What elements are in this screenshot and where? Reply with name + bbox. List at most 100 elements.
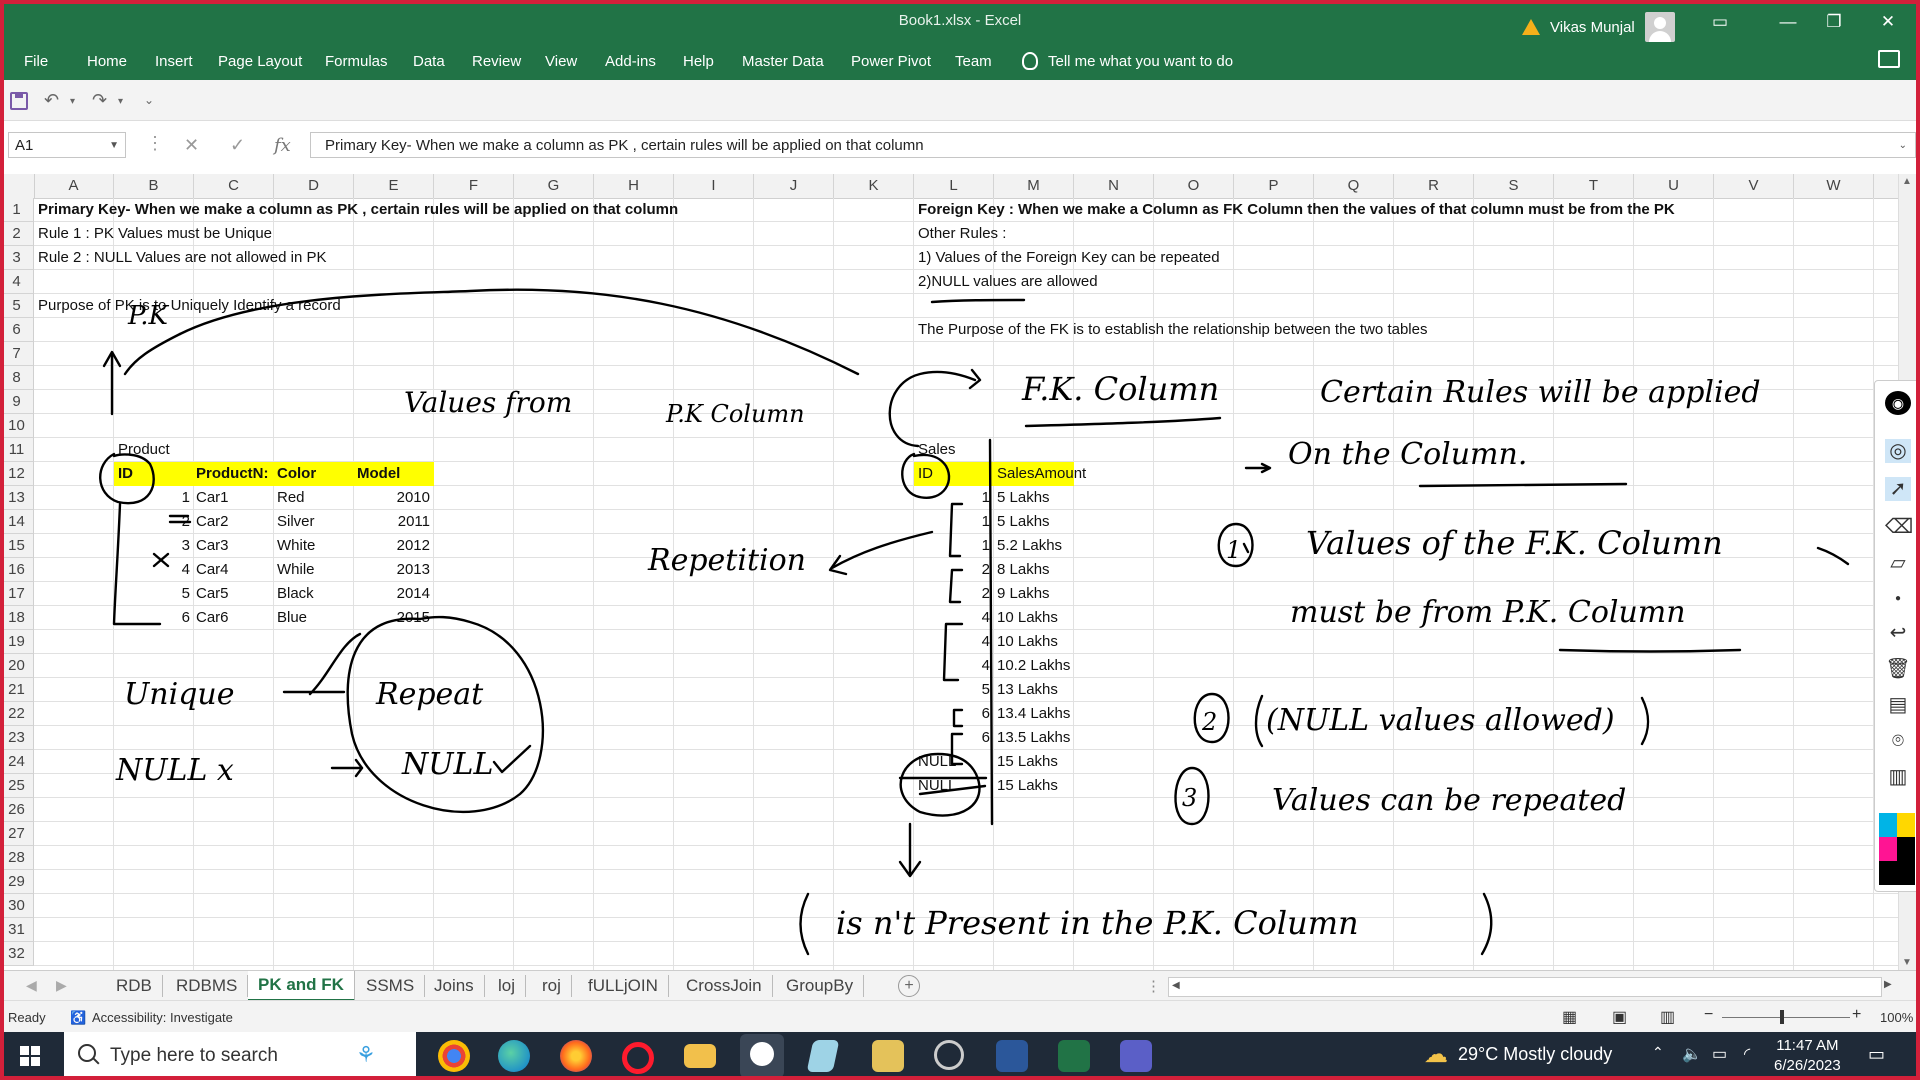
column-header-d[interactable]: D bbox=[274, 174, 354, 198]
weather-text[interactable]: 29°C Mostly cloudy bbox=[1458, 1044, 1612, 1065]
row-header-32[interactable]: 32 bbox=[0, 942, 34, 966]
product-cell[interactable]: Red bbox=[277, 486, 353, 510]
color-palette[interactable] bbox=[1879, 813, 1915, 885]
search-highlight-icon[interactable]: ⚘ bbox=[356, 1042, 376, 1068]
customize-qat-icon[interactable]: ⌄ bbox=[144, 93, 154, 107]
ribbon-display-options-icon[interactable]: ▭ bbox=[1702, 8, 1738, 36]
column-header-h[interactable]: H bbox=[594, 174, 674, 198]
page-break-view-icon[interactable]: ▥ bbox=[1660, 1007, 1675, 1027]
row-header-4[interactable]: 4 bbox=[0, 270, 34, 294]
cell-a5[interactable]: Purpose of PK is to Uniquely Identify a … bbox=[38, 294, 341, 318]
restore-button[interactable]: ❐ bbox=[1816, 8, 1852, 36]
product-cell[interactable]: Car6 bbox=[196, 606, 272, 630]
column-header-s[interactable]: S bbox=[1474, 174, 1554, 198]
sheet-tab-rdbms[interactable]: RDBMS bbox=[166, 975, 249, 997]
undo-dropdown-icon[interactable]: ▾ bbox=[70, 96, 75, 107]
weather-icon[interactable]: ☁ bbox=[1424, 1040, 1448, 1069]
product-cell[interactable]: While bbox=[277, 558, 353, 582]
taskbar-search[interactable]: Type here to search ⚘ bbox=[64, 1032, 416, 1080]
row-header-15[interactable]: 15 bbox=[0, 534, 34, 558]
clipboard-icon[interactable]: ▥ bbox=[1885, 765, 1911, 789]
tab-view[interactable]: View bbox=[545, 53, 577, 70]
sales-cell[interactable]: 5 Lakhs bbox=[997, 486, 1117, 510]
column-header-m[interactable]: M bbox=[994, 174, 1074, 198]
cell-l6[interactable]: The Purpose of the FK is to establish th… bbox=[918, 318, 1427, 342]
row-header-22[interactable]: 22 bbox=[0, 702, 34, 726]
cell-l2[interactable]: Other Rules : bbox=[918, 222, 1006, 246]
row-header-18[interactable]: 18 bbox=[0, 606, 34, 630]
column-header-i[interactable]: I bbox=[674, 174, 754, 198]
sales-cell[interactable]: 4 bbox=[914, 630, 990, 654]
scroll-left-icon[interactable]: ◀ bbox=[1172, 980, 1180, 991]
color-black[interactable] bbox=[1897, 837, 1915, 861]
product-cell[interactable]: 2 bbox=[114, 510, 190, 534]
row-header-28[interactable]: 28 bbox=[0, 846, 34, 870]
avatar[interactable] bbox=[1644, 12, 1675, 42]
tab-data[interactable]: Data bbox=[413, 53, 445, 70]
account-area[interactable]: Vikas Munjal bbox=[1522, 12, 1675, 42]
column-header-l[interactable]: L bbox=[914, 174, 994, 198]
column-header-a[interactable]: A bbox=[34, 174, 114, 198]
sales-cell[interactable]: 6 bbox=[914, 702, 990, 726]
sales-cell[interactable]: 5.2 Lakhs bbox=[997, 534, 1117, 558]
tab-power-pivot[interactable]: Power Pivot bbox=[851, 53, 931, 70]
sheet-tab-roj[interactable]: roj bbox=[532, 975, 572, 997]
sheet-tab-crossjoin[interactable]: CrossJoin bbox=[676, 975, 773, 997]
column-header-t[interactable]: T bbox=[1554, 174, 1634, 198]
word-icon[interactable] bbox=[996, 1040, 1028, 1072]
row-header-25[interactable]: 25 bbox=[0, 774, 34, 798]
sales-cell[interactable]: 4 bbox=[914, 654, 990, 678]
teams-icon[interactable] bbox=[1120, 1040, 1152, 1072]
row-header-23[interactable]: 23 bbox=[0, 726, 34, 750]
pen-app-taskbar-icon[interactable] bbox=[740, 1034, 784, 1078]
enter-icon[interactable]: ✓ bbox=[230, 135, 245, 156]
product-cell[interactable]: Car2 bbox=[196, 510, 272, 534]
worksheet-grid[interactable]: ABCDEFGHIJKLMNOPQRSTUVW 1 2 3 4 5 6 7 8 9 10 11 12 1… bbox=[0, 174, 1898, 970]
color-magenta[interactable] bbox=[1879, 837, 1897, 861]
camera-icon[interactable]: ⌾ bbox=[1885, 729, 1911, 753]
product-header-name[interactable]: ProductN: bbox=[196, 462, 272, 486]
column-header-o[interactable]: O bbox=[1154, 174, 1234, 198]
sales-cell[interactable]: 15 Lakhs bbox=[997, 774, 1117, 798]
firefox-icon[interactable] bbox=[560, 1040, 592, 1072]
product-cell[interactable]: 1 bbox=[114, 486, 190, 510]
row-header-29[interactable]: 29 bbox=[0, 870, 34, 894]
product-cell[interactable]: 4 bbox=[114, 558, 190, 582]
row-header-13[interactable]: 13 bbox=[0, 486, 34, 510]
scroll-down-icon[interactable]: ▼ bbox=[1902, 957, 1912, 968]
minimize-button[interactable]: — bbox=[1770, 8, 1806, 36]
column-header-b[interactable]: B bbox=[114, 174, 194, 198]
scroll-right-icon[interactable]: ▶ bbox=[1884, 979, 1892, 990]
tab-team[interactable]: Team bbox=[955, 53, 992, 70]
cell-a2[interactable]: Rule 1 : PK Values must be Unique bbox=[38, 222, 272, 246]
sales-cell[interactable]: 2 bbox=[914, 558, 990, 582]
cell-l3[interactable]: 1) Values of the Foreign Key can be repe… bbox=[918, 246, 1220, 270]
sheet-next-icon[interactable]: ▶ bbox=[56, 977, 67, 994]
product-cell[interactable]: 2014 bbox=[354, 582, 430, 606]
column-header-n[interactable]: N bbox=[1074, 174, 1154, 198]
edge-icon[interactable] bbox=[498, 1040, 530, 1072]
sales-cell[interactable]: NULL bbox=[918, 750, 994, 774]
zoom-in-icon[interactable]: + bbox=[1852, 1006, 1861, 1024]
taskbar-clock[interactable]: 11:47 AM 6/26/2023 bbox=[1774, 1036, 1841, 1076]
sheet-tab-rdb[interactable]: RDB bbox=[106, 975, 163, 997]
column-header-v[interactable]: V bbox=[1714, 174, 1794, 198]
column-header-r[interactable]: R bbox=[1394, 174, 1474, 198]
tab-review[interactable]: Review bbox=[472, 53, 521, 70]
row-header-1[interactable]: 1 bbox=[0, 198, 34, 222]
tell-me-search[interactable]: Tell me what you want to do bbox=[1022, 52, 1233, 70]
sheet-tab-pk-and-fk[interactable]: PK and FK bbox=[248, 971, 355, 1002]
warning-icon[interactable] bbox=[1522, 19, 1540, 35]
sales-cell[interactable]: 10 Lakhs bbox=[997, 606, 1117, 630]
redo-icon[interactable]: ↷ bbox=[92, 90, 107, 111]
column-header-e[interactable]: E bbox=[354, 174, 434, 198]
opera-icon[interactable] bbox=[622, 1042, 654, 1074]
row-header-3[interactable]: 3 bbox=[0, 246, 34, 270]
tab-help[interactable]: Help bbox=[683, 53, 714, 70]
column-header-g[interactable]: G bbox=[514, 174, 594, 198]
sales-cell[interactable]: 13 Lakhs bbox=[997, 678, 1117, 702]
column-header-w[interactable]: W bbox=[1794, 174, 1874, 198]
row-header-8[interactable]: 8 bbox=[0, 366, 34, 390]
zoom-out-icon[interactable]: − bbox=[1704, 1006, 1713, 1024]
row-header-24[interactable]: 24 bbox=[0, 750, 34, 774]
